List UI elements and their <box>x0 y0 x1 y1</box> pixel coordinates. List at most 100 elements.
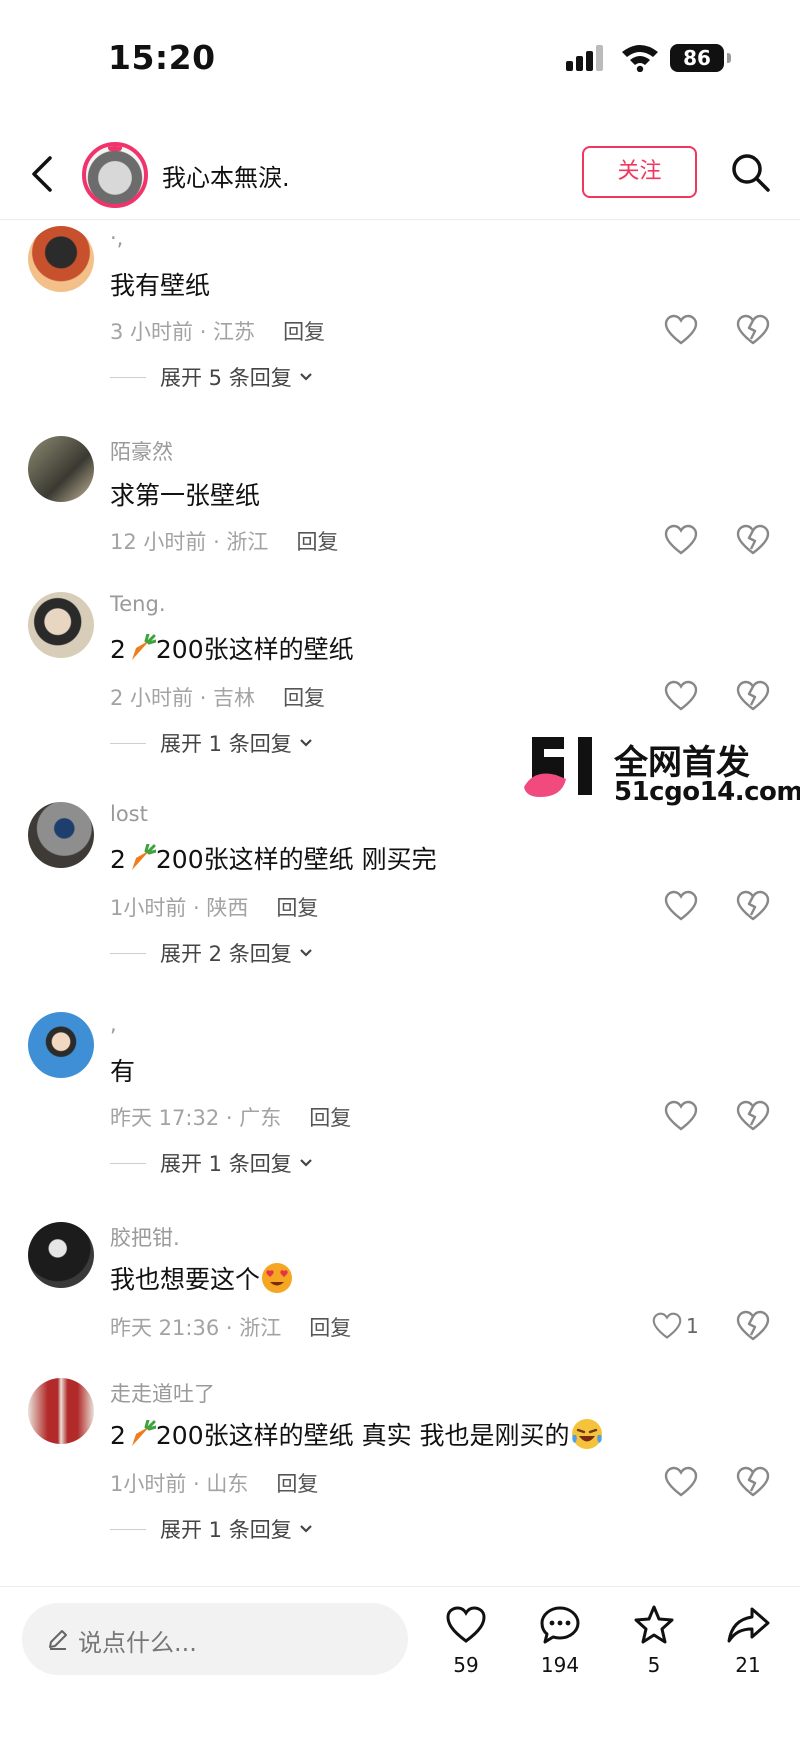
heart-eyes-emoji-icon <box>262 1263 293 1293</box>
heart-icon[interactable] <box>664 680 698 712</box>
reply-button[interactable]: 回复 <box>283 686 325 710</box>
carrot-icon <box>131 634 156 660</box>
bottom-action-bar: 说点什么... 59 194 5 21 <box>0 1586 800 1738</box>
profile-avatar[interactable] <box>82 142 148 208</box>
comment-meta: 昨天 21:36 · 浙江 回复 <box>110 1312 351 1342</box>
comment-text: 2 200张这样的壁纸 刚买完 <box>110 844 437 874</box>
reply-button[interactable]: 回复 <box>309 1316 351 1340</box>
expand-replies-button[interactable]: 展开 2 条回复 <box>110 938 314 968</box>
comment-username[interactable]: 走走道吐了 <box>110 1378 215 1408</box>
avatar[interactable] <box>28 436 94 502</box>
comment-time-location: 3 小时前 · 江苏 <box>110 320 256 344</box>
like-button[interactable]: 1 <box>652 1310 712 1342</box>
chevron-down-icon <box>299 949 312 957</box>
heart-icon[interactable] <box>664 1100 698 1132</box>
comment-username[interactable]: lost <box>110 802 148 826</box>
expand-replies-button[interactable]: 展开 1 条回复 <box>110 1514 314 1544</box>
comment-meta: 3 小时前 · 江苏 回复 <box>110 316 325 346</box>
favorite-button[interactable]: 5 <box>624 1603 684 1693</box>
comment-username[interactable]: ·, <box>110 226 123 250</box>
comment-button[interactable]: 194 <box>530 1603 590 1693</box>
comment-list: ·, 我有壁纸 3 小时前 · 江苏 回复 展开 5 条回复 陌豪然 求第一张壁纸… <box>0 220 800 1542</box>
follow-button[interactable]: 关注 <box>582 146 697 198</box>
broken-heart-icon[interactable] <box>736 524 770 556</box>
chevron-down-icon <box>299 1159 312 1167</box>
comment-input-placeholder: 说点什么... <box>78 1629 197 1657</box>
divider-line <box>110 742 146 744</box>
broken-heart-icon[interactable] <box>736 1310 770 1342</box>
comment-time-location: 12 小时前 · 浙江 <box>110 530 269 554</box>
chevron-left-icon[interactable] <box>26 152 62 196</box>
comment-username[interactable]: Teng. <box>110 592 166 616</box>
comment-text: 求第一张壁纸 <box>110 481 261 510</box>
broken-heart-icon[interactable] <box>736 890 770 922</box>
like-button[interactable]: 59 <box>436 1603 496 1693</box>
pencil-icon <box>49 1630 67 1650</box>
avatar[interactable] <box>28 592 94 658</box>
watermark: 全网首发 51cgo14.com <box>522 735 800 807</box>
comment-bubble-icon <box>540 1606 580 1644</box>
status-bar: 15:20 86 <box>0 0 800 120</box>
comment-meta: 2 小时前 · 吉林 回复 <box>110 682 325 712</box>
comment-username[interactable]: 胶把钳. <box>110 1222 180 1252</box>
comment-item: , 有 昨天 17:32 · 广东 回复 展开 1 条回复 <box>0 1006 800 1186</box>
expand-replies-button[interactable]: 展开 1 条回复 <box>110 728 314 758</box>
share-count: 21 <box>735 1653 761 1677</box>
comment-input[interactable]: 说点什么... <box>22 1603 408 1675</box>
comment-item: 陌豪然 求第一张壁纸 12 小时前 · 浙江 回复 <box>0 430 800 560</box>
avatar[interactable] <box>28 1378 94 1444</box>
comment-text: 我也想要这个 <box>110 1260 294 1296</box>
comment-time-location: 2 小时前 · 吉林 <box>110 686 256 710</box>
status-time: 15:20 <box>108 38 216 77</box>
avatar[interactable] <box>28 802 94 868</box>
carrot-icon <box>131 844 156 870</box>
favorite-count: 5 <box>647 1653 661 1677</box>
comment-meta: 昨天 17:32 · 广东 回复 <box>110 1102 351 1132</box>
avatar[interactable] <box>28 226 94 292</box>
share-button[interactable]: 21 <box>718 1603 778 1693</box>
comment-username[interactable]: 陌豪然 <box>110 436 173 466</box>
reply-button[interactable]: 回复 <box>276 896 318 920</box>
heart-icon <box>652 1312 682 1339</box>
comment-item: ·, 我有壁纸 3 小时前 · 江苏 回复 展开 5 条回复 <box>0 220 800 400</box>
divider-line <box>110 952 146 954</box>
comment-meta: 1小时前 · 山东 回复 <box>110 1468 318 1498</box>
broken-heart-icon[interactable] <box>736 314 770 346</box>
reply-button[interactable]: 回复 <box>296 530 338 554</box>
heart-icon[interactable] <box>664 314 698 346</box>
comment-time-location: 昨天 17:32 · 广东 <box>110 1106 282 1130</box>
expand-replies-button[interactable]: 展开 5 条回复 <box>110 362 314 392</box>
comment-text: 有 <box>110 1057 136 1086</box>
broken-heart-icon[interactable] <box>736 1100 770 1132</box>
comment-meta: 12 小时前 · 浙江 回复 <box>110 526 338 556</box>
like-count: 59 <box>453 1653 479 1677</box>
avatar[interactable] <box>28 1012 94 1078</box>
chevron-down-icon <box>299 1525 312 1533</box>
search-icon[interactable] <box>728 150 772 194</box>
like-count: 1 <box>686 1314 699 1338</box>
avatar[interactable] <box>28 1222 94 1288</box>
comment-text: 2 200张这样的壁纸 <box>110 634 354 664</box>
comment-username[interactable]: , <box>110 1012 117 1036</box>
reply-button[interactable]: 回复 <box>276 1472 318 1496</box>
reply-button[interactable]: 回复 <box>309 1106 351 1130</box>
heart-icon[interactable] <box>664 890 698 922</box>
reply-button[interactable]: 回复 <box>283 320 325 344</box>
broken-heart-icon[interactable] <box>736 680 770 712</box>
share-arrow-icon <box>727 1607 770 1643</box>
heart-icon[interactable] <box>664 1466 698 1498</box>
comment-time-location: 1小时前 · 山东 <box>110 1472 249 1496</box>
watermark-logo-icon <box>524 737 592 797</box>
expand-replies-button[interactable]: 展开 1 条回复 <box>110 1148 314 1178</box>
watermark-url: 51cgo14.com <box>614 777 800 807</box>
comment-time-location: 1小时前 · 陕西 <box>110 896 249 920</box>
divider-line <box>110 1162 146 1164</box>
comment-count: 194 <box>540 1653 580 1677</box>
heart-icon[interactable] <box>664 524 698 556</box>
broken-heart-icon[interactable] <box>736 1466 770 1498</box>
comment-text: 2 200张这样的壁纸 真实 我也是刚买的 <box>110 1416 604 1452</box>
comment-meta: 1小时前 · 陕西 回复 <box>110 892 318 922</box>
comment-item: 走走道吐了 2 200张这样的壁纸 真实 我也是刚买的 1小时前 · 山东 回复 展… <box>0 1372 800 1552</box>
heart-icon <box>446 1606 486 1643</box>
profile-name[interactable]: 我心本無淚. <box>162 158 290 193</box>
